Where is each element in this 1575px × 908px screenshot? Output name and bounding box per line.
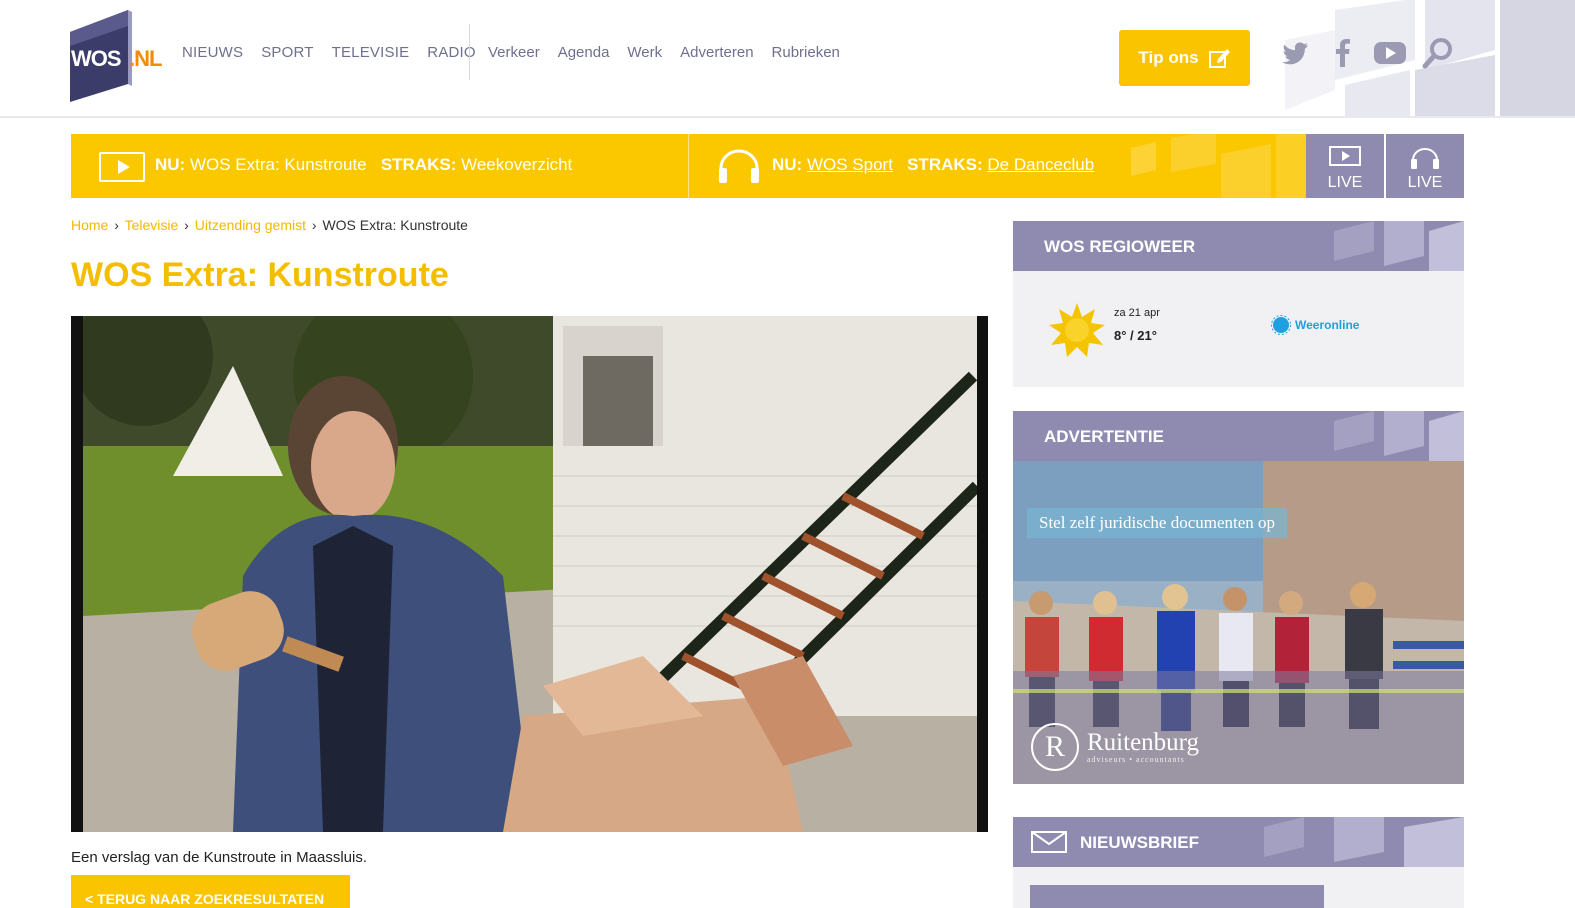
wos-logo[interactable]: WOS .NL bbox=[66, 6, 176, 104]
live-radio-button[interactable]: LIVE bbox=[1386, 134, 1464, 198]
nav-item-televisie[interactable]: TELEVISIE bbox=[332, 44, 410, 61]
breadcrumb-uitzending-gemist[interactable]: Uitzending gemist bbox=[195, 217, 306, 233]
ad-brand-name: Ruitenburg bbox=[1087, 729, 1200, 756]
weeronline-link[interactable]: Weeronline bbox=[1271, 315, 1359, 335]
ad-brand-subtitle: adviseurs • accountants bbox=[1087, 755, 1185, 764]
nav-item-verkeer[interactable]: Verkeer bbox=[488, 44, 540, 61]
video-player[interactable] bbox=[71, 316, 988, 832]
breadcrumb-current: WOS Extra: Kunstroute bbox=[322, 217, 468, 233]
twitter-icon[interactable] bbox=[1278, 36, 1312, 70]
video-caption: Een verslag van de Kunstroute in Maasslu… bbox=[71, 849, 367, 866]
weather-widget[interactable]: za 21 apr 8° / 21° Weeronline bbox=[1013, 271, 1464, 387]
breadcrumb-separator: › bbox=[311, 217, 317, 233]
radio-straks-label: STRAKS: bbox=[907, 155, 983, 174]
radio-straks-link[interactable]: De Danceclub bbox=[987, 155, 1094, 174]
headphones-icon[interactable] bbox=[716, 148, 762, 184]
nav-divider bbox=[469, 24, 470, 80]
nav-item-agenda[interactable]: Agenda bbox=[558, 44, 610, 61]
livebar-decoration bbox=[1131, 134, 1306, 198]
panel-decoration bbox=[1334, 221, 1464, 271]
logo-wos-text: WOS bbox=[71, 46, 122, 71]
weeronline-label: Weeronline bbox=[1295, 318, 1360, 332]
facebook-icon[interactable] bbox=[1326, 36, 1360, 70]
video-frame bbox=[83, 316, 977, 832]
radio-nu-label: NU: bbox=[772, 155, 803, 174]
radio-nu-link[interactable]: WOS Sport bbox=[807, 155, 893, 174]
youtube-icon[interactable] bbox=[1373, 36, 1407, 70]
secondary-nav: Verkeer Agenda Werk Adverteren Rubrieken bbox=[488, 44, 840, 61]
tv-straks-label: STRAKS: bbox=[380, 155, 457, 174]
newsletter-email-field[interactable] bbox=[1030, 885, 1324, 908]
weeronline-logo-icon bbox=[1271, 315, 1291, 335]
breadcrumb: Home › Televisie › Uitzending gemist › W… bbox=[71, 217, 468, 233]
tv-icon bbox=[1329, 146, 1361, 166]
envelope-icon bbox=[1031, 831, 1067, 853]
now-playing-bar: NU: WOS Extra: Kunstroute STRAKS: Weekov… bbox=[71, 134, 1306, 198]
ruitenburg-logo-icon: R bbox=[1031, 723, 1079, 771]
tv-now-playing[interactable]: NU: WOS Extra: Kunstroute STRAKS: Weekov… bbox=[155, 155, 572, 175]
livebar-divider bbox=[688, 134, 689, 198]
newsletter-heading: NIEUWSBRIEF bbox=[1080, 833, 1199, 852]
panel-decoration bbox=[1334, 411, 1464, 461]
nav-item-adverteren[interactable]: Adverteren bbox=[680, 44, 753, 61]
weather-date: za 21 apr bbox=[1114, 307, 1160, 319]
tv-nu-label: NU: bbox=[155, 155, 186, 174]
tip-ons-label: Tip ons bbox=[1138, 48, 1199, 67]
page-title: WOS Extra: Kunstroute bbox=[71, 256, 449, 294]
search-icon[interactable] bbox=[1421, 36, 1455, 70]
breadcrumb-separator: › bbox=[114, 217, 119, 233]
nav-item-nieuws[interactable]: NIEUWS bbox=[182, 44, 243, 61]
headphones-icon bbox=[1411, 148, 1439, 169]
ad-heading: ADVERTENTIE bbox=[1044, 427, 1164, 446]
live-radio-label: LIVE bbox=[1407, 174, 1443, 191]
ad-panel-header: ADVERTENTIE bbox=[1013, 411, 1464, 461]
tv-straks-value: Weekoverzicht bbox=[461, 155, 573, 174]
tip-ons-button[interactable]: Tip ons bbox=[1119, 30, 1250, 86]
logo-nl-text: .NL bbox=[129, 46, 162, 71]
tv-play-icon[interactable] bbox=[99, 152, 145, 182]
radio-now-playing[interactable]: NU: WOS Sport STRAKS: De Danceclub bbox=[772, 155, 1094, 175]
breadcrumb-separator: › bbox=[184, 217, 189, 233]
nav-item-sport[interactable]: SPORT bbox=[261, 44, 313, 61]
newsletter-widget bbox=[1013, 867, 1464, 908]
live-tv-label: LIVE bbox=[1327, 174, 1363, 191]
newsletter-panel-header: NIEUWSBRIEF bbox=[1013, 817, 1464, 867]
tv-nu-value: WOS Extra: Kunstroute bbox=[189, 155, 367, 174]
weather-heading: WOS REGIOWEER bbox=[1044, 237, 1196, 256]
edit-icon bbox=[1208, 49, 1230, 68]
live-tv-button[interactable]: LIVE bbox=[1306, 134, 1384, 198]
main-nav: NIEUWS SPORT TELEVISIE RADIO bbox=[182, 44, 476, 61]
sun-icon bbox=[1049, 303, 1105, 357]
weather-panel-header: WOS REGIOWEER bbox=[1013, 221, 1464, 271]
weather-temperature: 8° / 21° bbox=[1114, 328, 1157, 343]
site-header: WOS .NL NIEUWS SPORT TELEVISIE RADIO Ver… bbox=[0, 0, 1575, 118]
ruitenburg-advertisement[interactable]: Stel zelf juridische documenten op R Rui… bbox=[1013, 461, 1464, 784]
breadcrumb-home[interactable]: Home bbox=[71, 217, 108, 233]
ad-tagline: Stel zelf juridische documenten op bbox=[1027, 508, 1288, 538]
breadcrumb-televisie[interactable]: Televisie bbox=[125, 217, 179, 233]
panel-decoration bbox=[1264, 817, 1464, 867]
nav-item-rubrieken[interactable]: Rubrieken bbox=[772, 44, 840, 61]
back-to-results-button[interactable]: < Terug naar zoekresultaten bbox=[71, 875, 350, 908]
nav-item-werk[interactable]: Werk bbox=[627, 44, 662, 61]
